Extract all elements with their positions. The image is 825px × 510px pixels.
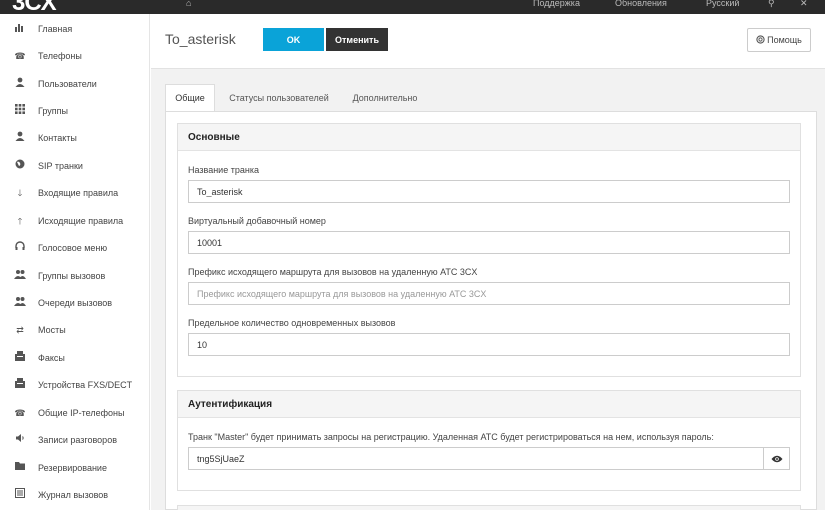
sidebar-item-ring-groups[interactable]: Группы вызовов <box>0 262 150 289</box>
sidebar-item-label: Резервирование <box>38 462 107 473</box>
virtual-extension-label: Виртуальный добавочный номер <box>188 216 326 226</box>
max-calls-label: Предельное количество одновременных вызо… <box>188 318 396 328</box>
page-header: To_asterisk OK Отменить Помощь <box>151 14 825 69</box>
home-icon[interactable]: ⌂ <box>186 0 191 8</box>
sidebar-item-label: Общие IP-телефоны <box>38 407 125 418</box>
volume-icon <box>14 433 26 446</box>
folder-icon <box>14 461 26 474</box>
cancel-button[interactable]: Отменить <box>326 28 388 51</box>
top-bar: 3CX ⌂ Поддержка Обновления Русский ⚲ ✕ <box>0 0 825 14</box>
sidebar-item-backup[interactable]: Резервирование <box>0 454 150 481</box>
sidebar-item-label: Мосты <box>38 324 66 335</box>
basic-panel: Основные Название транка Виртуальный доб… <box>177 123 801 377</box>
sidebar-item-label: Телефоны <box>38 50 82 61</box>
close-icon[interactable]: ✕ <box>800 0 808 9</box>
tab-general[interactable]: Общие <box>165 84 215 111</box>
top-link-updates[interactable]: Обновления <box>615 0 667 8</box>
grid-icon <box>14 104 26 117</box>
trunk-name-label: Название транка <box>188 165 259 175</box>
sidebar-item-label: Входящие правила <box>38 187 119 198</box>
sidebar-item-faxes[interactable]: Факсы <box>0 344 150 371</box>
sidebar: Главная ☎ Телефоны Пользователи Группы К… <box>0 14 150 510</box>
password-input[interactable] <box>188 447 764 470</box>
tab-advanced[interactable]: Дополнительно <box>345 84 425 111</box>
trunk-name-input[interactable] <box>188 180 790 203</box>
sidebar-item-recordings[interactable]: Записи разговоров <box>0 426 150 453</box>
sidebar-item-label: Голосовое меню <box>38 242 108 253</box>
sidebar-item-sip-trunks[interactable]: SIP транки <box>0 152 150 179</box>
sidebar-item-inbound-rules[interactable]: 🡓 Входящие правила <box>0 179 150 206</box>
sidebar-item-phones[interactable]: ☎ Телефоны <box>0 42 150 69</box>
sidebar-item-outbound-rules[interactable]: 🡑 Исходящие правила <box>0 207 150 234</box>
exchange-icon: ⇄ <box>16 324 24 335</box>
logo: 3CX <box>12 0 57 14</box>
tab-content: Основные Название транка Виртуальный доб… <box>165 111 817 510</box>
tab-user-statuses[interactable]: Статусы пользователей <box>219 84 339 111</box>
sidebar-item-label: Группы <box>38 105 68 116</box>
sidebar-item-label: Исходящие правила <box>38 215 124 226</box>
sidebar-item-label: SIP транки <box>38 160 83 171</box>
phone-icon: ☎ <box>14 50 26 61</box>
virtual-extension-input[interactable] <box>188 231 790 254</box>
basic-panel-title: Основные <box>178 124 800 151</box>
users-icon <box>14 296 26 309</box>
help-label: Помощь <box>767 35 802 45</box>
help-button[interactable]: Помощь <box>747 28 811 52</box>
top-link-support[interactable]: Поддержка <box>533 0 580 8</box>
next-panel <box>177 505 801 510</box>
sidebar-item-call-log[interactable]: Журнал вызовов <box>0 481 150 508</box>
sidebar-item-fxs-dect[interactable]: Устройства FXS/DECT <box>0 371 150 398</box>
fax-icon <box>14 378 26 391</box>
bar-chart-icon <box>14 22 26 35</box>
eye-icon[interactable] <box>764 447 790 470</box>
sidebar-item-label: Контакты <box>38 132 77 143</box>
sidebar-item-call-queues[interactable]: Очереди вызовов <box>0 289 150 316</box>
auth-description: Транк "Master" будет принимать запросы н… <box>188 432 714 442</box>
users-icon <box>14 269 26 282</box>
max-calls-input[interactable] <box>188 333 790 356</box>
sidebar-item-label: Журнал вызовов <box>38 489 109 500</box>
list-icon <box>14 488 26 501</box>
arrow-down-icon: 🡓 <box>17 187 23 198</box>
phone-icon: ☎ <box>14 407 26 418</box>
sidebar-item-home[interactable]: Главная <box>0 15 150 42</box>
sidebar-item-label: Группы вызовов <box>38 270 106 281</box>
sidebar-item-label: Пользователи <box>38 78 97 89</box>
lifebuoy-icon <box>756 34 765 46</box>
globe-icon <box>14 159 26 172</box>
sidebar-item-contacts[interactable]: Контакты <box>0 124 150 151</box>
user-icon <box>14 77 26 90</box>
sidebar-item-label: Записи разговоров <box>38 434 117 445</box>
sidebar-item-shared-phones[interactable]: ☎ Общие IP-телефоны <box>0 399 150 426</box>
page-title: To_asterisk <box>165 31 236 47</box>
auth-panel-title: Аутентификация <box>178 391 800 418</box>
sidebar-item-label: Очереди вызовов <box>38 297 113 308</box>
sidebar-item-users[interactable]: Пользователи <box>0 70 150 97</box>
search-icon[interactable]: ⚲ <box>768 0 775 9</box>
sidebar-item-groups[interactable]: Группы <box>0 97 150 124</box>
headset-icon <box>14 241 26 254</box>
arrow-up-icon: 🡑 <box>17 215 23 226</box>
sidebar-item-label: Устройства FXS/DECT <box>38 379 133 390</box>
fax-icon <box>14 351 26 364</box>
sidebar-item-voice-menu[interactable]: Голосовое меню <box>0 234 150 261</box>
ok-button[interactable]: OK <box>263 28 324 51</box>
main-area: To_asterisk OK Отменить Помощь Общие Ста… <box>151 14 825 510</box>
auth-panel: Аутентификация Транк "Master" будет прин… <box>177 390 801 491</box>
contact-icon <box>14 131 26 144</box>
outbound-prefix-label: Префикс исходящего маршрута для вызовов … <box>188 267 478 277</box>
sidebar-item-label: Главная <box>38 23 73 34</box>
top-link-language[interactable]: Русский <box>706 0 739 8</box>
sidebar-item-bridges[interactable]: ⇄ Мосты <box>0 316 150 343</box>
outbound-prefix-input[interactable] <box>188 282 790 305</box>
sidebar-item-label: Факсы <box>38 352 65 363</box>
